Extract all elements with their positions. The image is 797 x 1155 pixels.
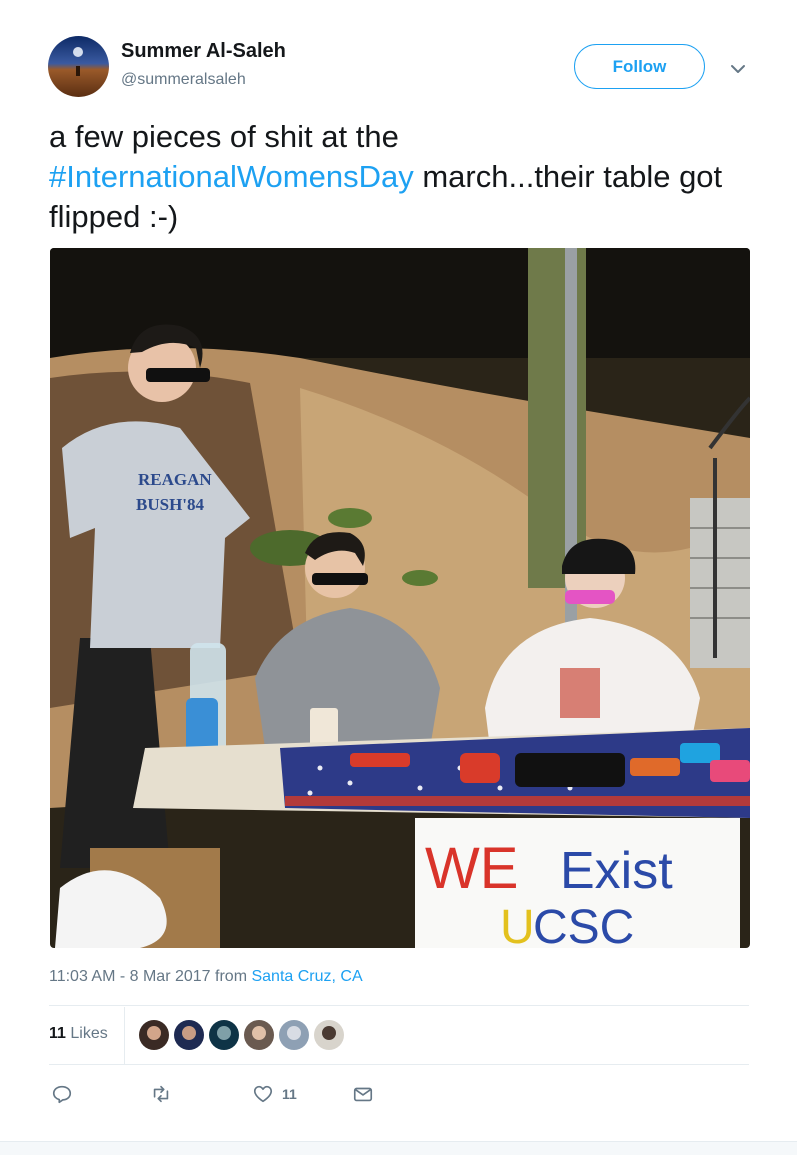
heart-icon (253, 1085, 273, 1103)
display-name[interactable]: Summer Al-Saleh (121, 40, 286, 63)
shirt-text-reagan: REAGAN (138, 470, 212, 489)
divider (49, 1005, 749, 1006)
hashtag-link[interactable]: #InternationalWomensDay (49, 159, 414, 194)
avatar[interactable] (48, 36, 109, 97)
tweet-photo[interactable]: REAGAN BUSH'84 WE Exist U CSC (50, 248, 750, 948)
location-link[interactable]: Santa Cruz, CA (251, 968, 362, 985)
likes-summary[interactable]: 11 Likes (49, 1025, 108, 1043)
sign-text-csc: CSC (533, 901, 634, 948)
tweet-text: a few pieces of shit at the #Internation… (49, 117, 769, 237)
we-exist-sign: WE Exist U CSC (415, 818, 740, 948)
divider (124, 1007, 125, 1064)
liker-avatar[interactable] (279, 1020, 309, 1050)
liker-avatar[interactable] (139, 1020, 169, 1050)
liker-avatar[interactable] (244, 1020, 274, 1050)
liker-avatar[interactable] (174, 1020, 204, 1050)
tweet-timestamp: 11:03 AM - 8 Mar 2017 from Santa Cruz, C… (49, 968, 363, 986)
like-count: 11 (282, 1086, 297, 1102)
liker-avatars (139, 1020, 344, 1050)
chevron-down-icon[interactable] (729, 60, 747, 78)
likes-count: 11 (49, 1025, 66, 1042)
follow-button[interactable]: Follow (574, 44, 705, 89)
envelope-icon (353, 1087, 373, 1102)
reply-button[interactable] (51, 1082, 73, 1106)
retweet-icon (153, 1085, 169, 1103)
from-label: from (210, 968, 252, 985)
likes-label: Likes (70, 1025, 108, 1042)
liker-avatar[interactable] (314, 1020, 344, 1050)
footer-bar (0, 1141, 797, 1155)
sign-text-we: WE (425, 836, 518, 901)
tweet-text-part: a few pieces of shit at the (49, 119, 399, 154)
liker-avatar[interactable] (209, 1020, 239, 1050)
shirt-text-bush: BUSH'84 (136, 495, 205, 514)
reply-icon (52, 1085, 72, 1104)
sign-text-u: U (500, 901, 535, 948)
like-button[interactable]: 11 (252, 1082, 297, 1106)
divider (49, 1064, 749, 1065)
direct-message-button[interactable] (352, 1082, 374, 1106)
retweet-button[interactable] (150, 1082, 172, 1106)
user-handle[interactable]: @summeralsaleh (121, 71, 246, 89)
sign-text-exist: Exist (560, 842, 673, 900)
timestamp-link[interactable]: 11:03 AM - 8 Mar 2017 (49, 968, 211, 985)
